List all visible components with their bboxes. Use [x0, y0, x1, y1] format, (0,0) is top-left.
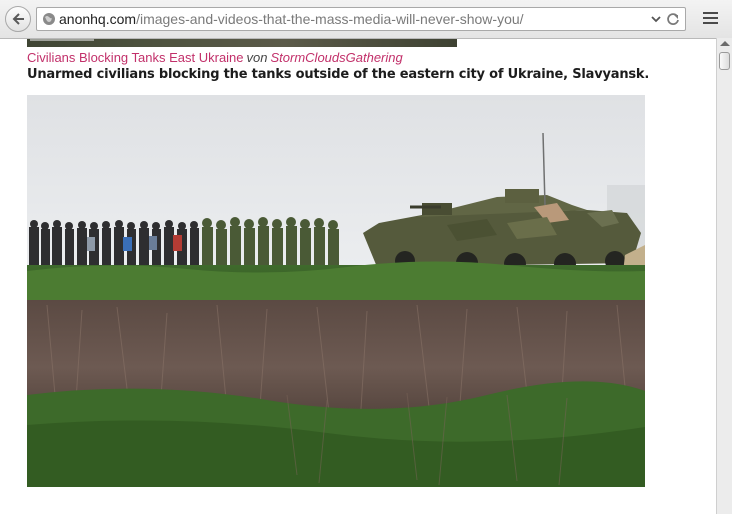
- back-arrow-icon: [12, 13, 24, 25]
- page-content: Civilians Blocking Tanks East Ukraine von…: [0, 39, 716, 514]
- back-button[interactable]: [5, 6, 31, 32]
- address-bar[interactable]: anonhq.com/images-and-videos-that-the-ma…: [36, 7, 686, 31]
- url-path: /images-and-videos-that-the-mass-media-w…: [136, 11, 524, 27]
- photo-caption: Civilians Blocking Tanks East Ukraine von…: [27, 50, 403, 65]
- photo-title-link[interactable]: Civilians Blocking Tanks East Ukraine: [27, 50, 244, 65]
- url-domain: anonhq.com: [59, 11, 137, 27]
- reload-icon[interactable]: [666, 12, 680, 26]
- vertical-scrollbar[interactable]: [716, 38, 732, 514]
- article-headline: Unarmed civilians blocking the tanks out…: [27, 67, 650, 82]
- photo-author-link[interactable]: StormCloudsGathering: [271, 50, 403, 65]
- url-text[interactable]: anonhq.com/images-and-videos-that-the-ma…: [59, 11, 524, 27]
- scroll-thumb[interactable]: [719, 52, 730, 70]
- browser-toolbar: anonhq.com/images-and-videos-that-the-ma…: [0, 0, 732, 39]
- hamburger-menu-icon[interactable]: [699, 7, 723, 29]
- globe-icon: [43, 13, 55, 25]
- caption-by-word: von: [246, 50, 268, 65]
- civilians-tank-photo[interactable]: [27, 95, 645, 487]
- scroll-up-arrow-icon[interactable]: [720, 41, 730, 46]
- chevron-down-icon[interactable]: [651, 14, 661, 24]
- previous-image-bottom: [27, 39, 457, 47]
